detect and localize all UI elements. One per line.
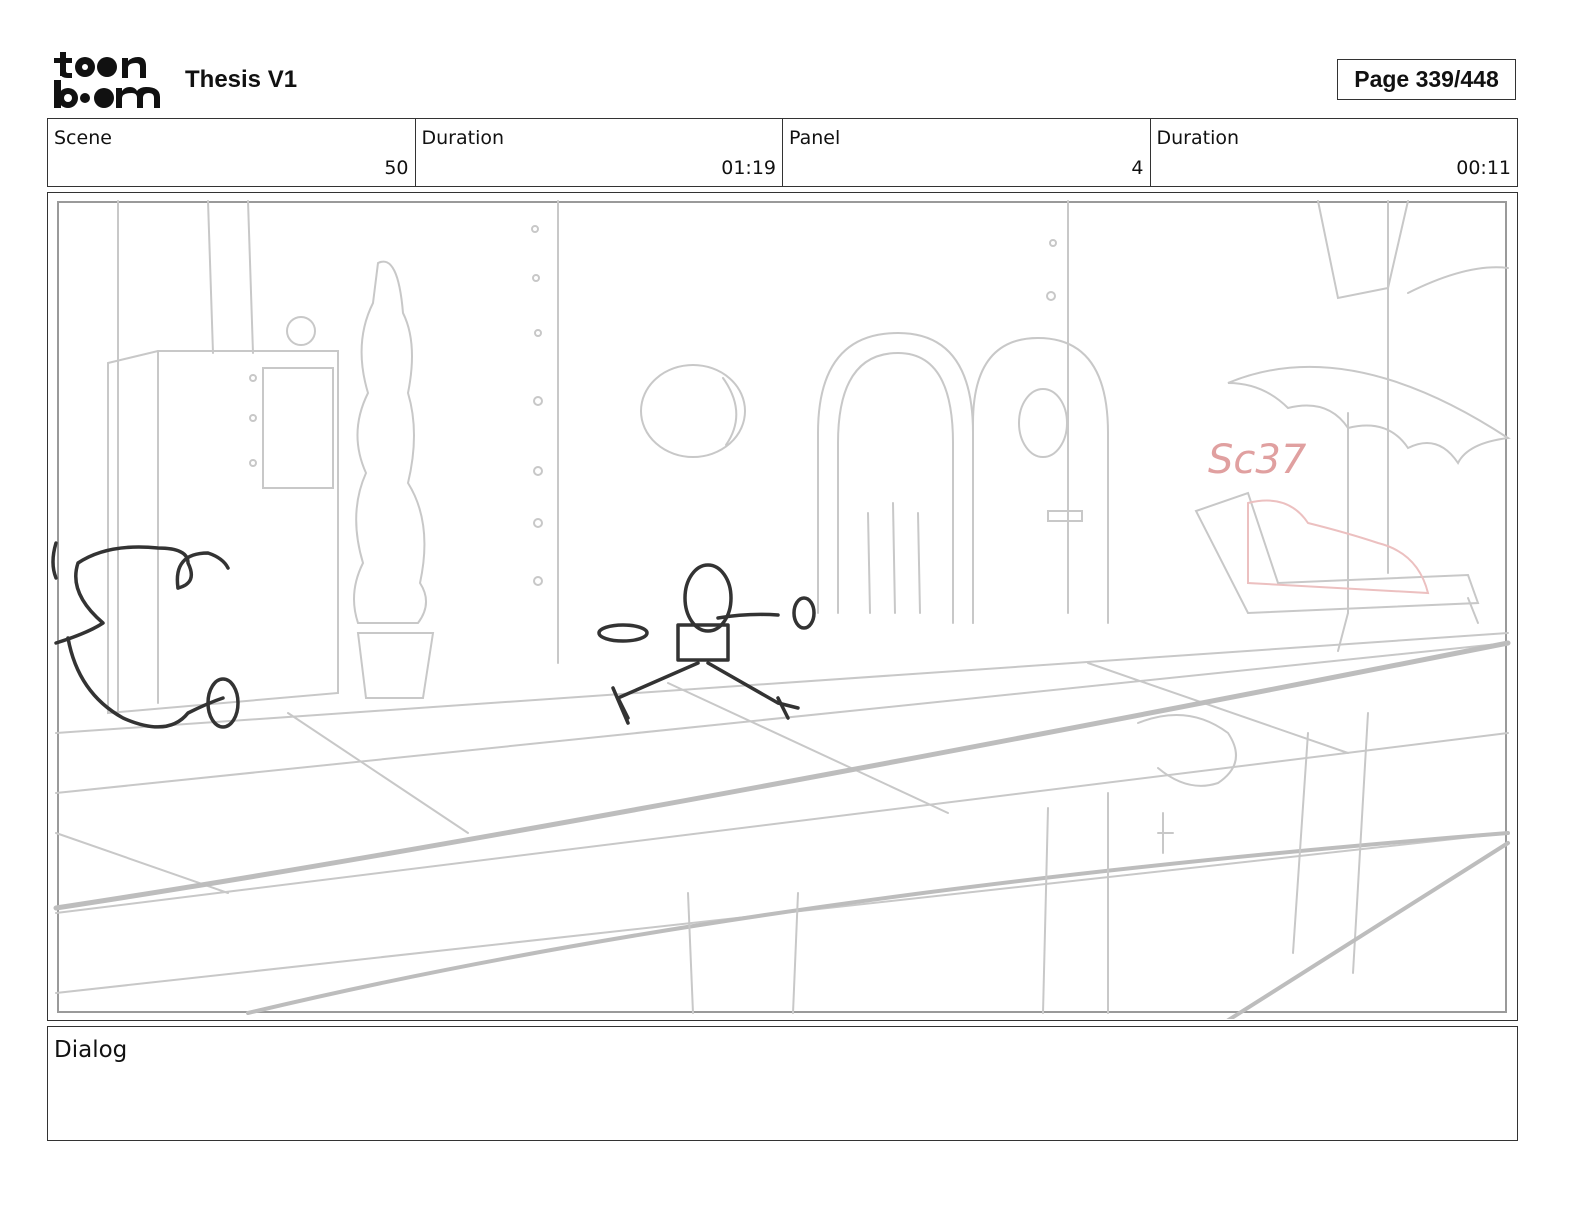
panel-duration-cell: Duration 00:11 [1151, 119, 1518, 186]
storyboard-panel-image: Sc37 [47, 192, 1518, 1021]
panel-value: 4 [1131, 157, 1144, 179]
reclining-figure-sketch [1247, 499, 1430, 595]
panel-cell: Panel 4 [783, 119, 1151, 186]
dialog-box: Dialog [47, 1026, 1518, 1141]
panel-label: Panel [789, 127, 841, 149]
project-title: Thesis V1 [185, 66, 298, 93]
scene-value: 50 [384, 157, 409, 179]
panel-duration-value: 00:11 [1456, 157, 1511, 179]
dialog-label: Dialog [54, 1037, 128, 1063]
scene-duration-value: 01:19 [721, 157, 776, 179]
background-layout [53, 200, 1511, 1019]
scene-duration-label: Duration [421, 127, 505, 149]
storyboard-sketch: Sc37 [51, 200, 1511, 1019]
scene-label: Scene [54, 127, 112, 149]
toon-boom-logo [52, 50, 164, 110]
scene-duration-cell: Duration 01:19 [416, 119, 783, 186]
panel-info-row: Scene 50 Duration 01:19 Panel 4 Duration… [47, 118, 1518, 187]
page-indicator: Page 339/448 [1337, 59, 1516, 100]
scene-cell: Scene 50 [48, 119, 416, 186]
panel-duration-label: Duration [1156, 127, 1240, 149]
scene-reference-note: Sc37 [1208, 437, 1307, 483]
camera-frame [57, 201, 1507, 1013]
